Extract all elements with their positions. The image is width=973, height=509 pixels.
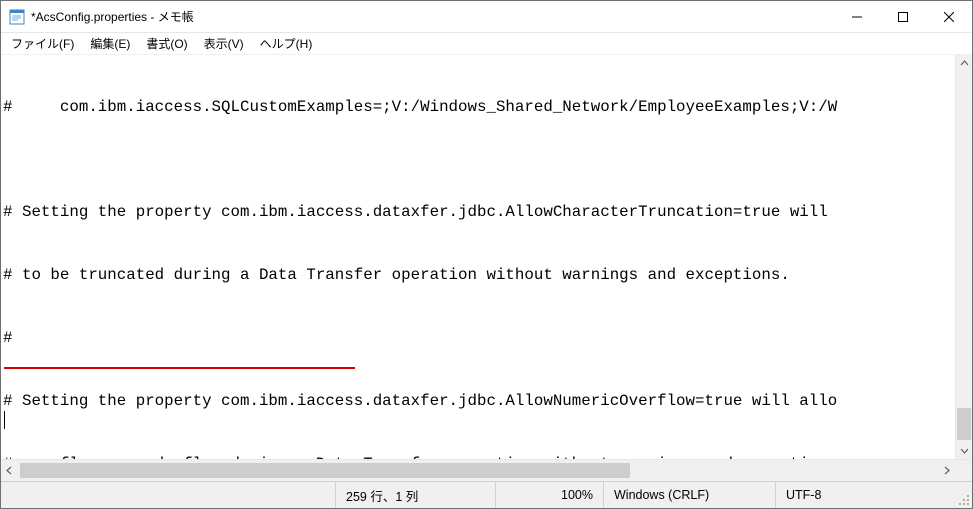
status-spacer [1,482,336,508]
chevron-right-icon [942,466,951,475]
vertical-scroll-thumb[interactable] [957,408,971,440]
red-underline-annotation [4,367,355,369]
notepad-window: *AcsConfig.properties - メモ帳 ファイル(F) 編集(E… [0,0,973,509]
scroll-corner [955,460,972,481]
chevron-left-icon [5,466,14,475]
chevron-down-icon [960,446,969,455]
horizontal-scrollbar[interactable] [1,459,972,481]
status-bar: 259 行、1 列 100% Windows (CRLF) UTF-8 [1,481,972,508]
vertical-scrollbar[interactable] [955,55,972,459]
status-cursor-position: 259 行、1 列 [336,482,496,508]
close-icon [944,12,954,22]
scroll-up-button[interactable] [956,55,972,72]
window-title: *AcsConfig.properties - メモ帳 [31,8,194,25]
window-buttons [834,1,972,32]
scroll-down-button[interactable] [956,442,972,459]
menu-format[interactable]: 書式(O) [138,33,195,54]
vertical-scroll-track[interactable] [956,72,972,442]
menu-view[interactable]: 表示(V) [196,33,252,54]
menu-edit[interactable]: 編集(E) [82,33,138,54]
menu-bar: ファイル(F) 編集(E) 書式(O) 表示(V) ヘルプ(H) [1,33,972,55]
maximize-icon [898,12,908,22]
close-button[interactable] [926,1,972,32]
chevron-up-icon [960,59,969,68]
text-line: # com.ibm.iaccess.SQLCustomExamples=;V:/… [3,97,970,118]
text-cursor [4,411,5,429]
text-line: # overflow or underflow during a Data Tr… [3,454,970,459]
maximize-button[interactable] [880,1,926,32]
text-line: # Setting the property com.ibm.iaccess.d… [3,391,970,412]
scroll-right-button[interactable] [938,460,955,481]
text-editor[interactable]: # com.ibm.iaccess.SQLCustomExamples=;V:/… [1,55,972,459]
resize-grip-icon [958,494,970,506]
minimize-button[interactable] [834,1,880,32]
menu-file[interactable]: ファイル(F) [3,33,82,54]
text-line: # [3,328,970,349]
menu-help[interactable]: ヘルプ(H) [252,33,321,54]
resize-grip[interactable] [954,482,972,508]
minimize-icon [852,12,862,22]
title-left: *AcsConfig.properties - メモ帳 [1,8,834,25]
content-area: # com.ibm.iaccess.SQLCustomExamples=;V:/… [1,55,972,481]
title-bar: *AcsConfig.properties - メモ帳 [1,1,972,33]
horizontal-scroll-thumb[interactable] [20,463,630,478]
status-zoom: 100% [496,482,604,508]
text-line: # Setting the property com.ibm.iaccess.d… [3,202,970,223]
text-line: # to be truncated during a Data Transfer… [3,265,970,286]
scroll-left-button[interactable] [1,460,18,481]
status-encoding: UTF-8 [776,482,954,508]
notepad-icon [9,9,25,25]
status-line-ending: Windows (CRLF) [604,482,776,508]
horizontal-scroll-track[interactable] [18,460,938,481]
